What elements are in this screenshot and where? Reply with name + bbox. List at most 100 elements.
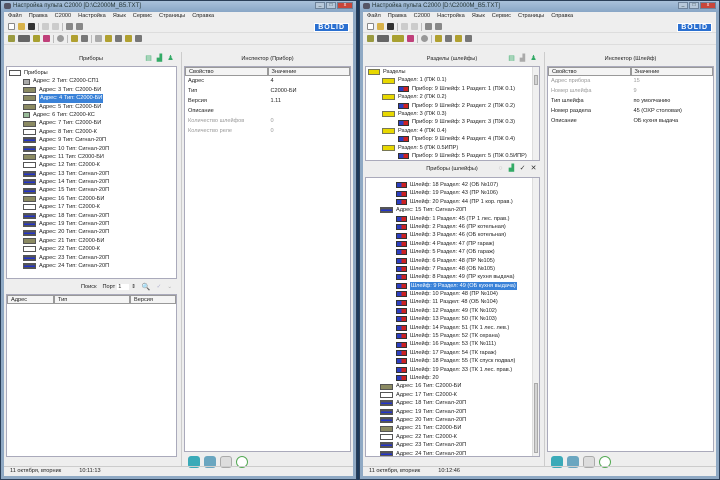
new-file-icon[interactable] <box>367 23 374 30</box>
column-header-value[interactable]: Значение <box>630 67 713 76</box>
refresh-icon[interactable] <box>421 35 428 42</box>
tree-root-label[interactable]: Разделы <box>383 68 406 76</box>
close-button[interactable]: x <box>700 2 716 9</box>
tree-item[interactable]: Адрес: 13 Тип: Сигнал-20П <box>9 170 174 178</box>
tree-item[interactable]: Адрес: 19 Тип: Сигнал-20П <box>368 408 537 416</box>
sections-tree[interactable]: Разделы Раздел: 1 (ПЖ 0.1) Прибор: 9 Шлей… <box>365 66 540 161</box>
tree-item[interactable]: Шлейф: 3 Раздел: 46 (ОБ котельная) <box>368 231 537 239</box>
column-header[interactable]: Тип <box>54 295 130 304</box>
open-folder-icon[interactable] <box>377 23 384 30</box>
tree-item[interactable]: Раздел: 5 (ПЖ 0.5ИПР) <box>368 144 537 152</box>
tree-item[interactable]: Шлейф: 20 <box>368 374 537 382</box>
tree-item[interactable]: Адрес: 5 Тип: С2000-БИ <box>9 103 174 111</box>
tree-item[interactable]: Шлейф: 11 Раздел: 48 (ОБ №104) <box>368 298 537 306</box>
tree-item[interactable]: Прибор: 9 Шлейф: 1 Раздел: 1 (ПЖ 0.1) <box>368 85 537 93</box>
menu-item[interactable]: Файл <box>8 13 22 20</box>
tool-icon[interactable] <box>81 35 88 42</box>
menu-item[interactable]: Настройка <box>78 13 106 20</box>
tree-item[interactable]: Прибор: 9 Шлейф: 4 Раздел: 4 (ПЖ 0.4) <box>368 135 537 143</box>
copy-icon[interactable] <box>42 23 49 30</box>
write-all-icon[interactable] <box>43 35 50 42</box>
tree-item[interactable]: Адрес: 14 Тип: Сигнал-20П <box>9 178 174 186</box>
tree-item[interactable]: Адрес: 4 Тип: С2000-БИ <box>9 94 174 103</box>
tree-item[interactable]: Раздел: 3 (ПЖ 0.3) <box>368 110 537 118</box>
tree-item[interactable]: Шлейф: 10 Раздел: 48 (ПР №104) <box>368 290 537 298</box>
tree-item[interactable]: Адрес: 24 Тип: Сигнал-20П <box>368 450 537 456</box>
copy-icon[interactable] <box>401 23 408 30</box>
tree-item[interactable]: Шлейф: 8 Раздел: 49 (ПР кухня выдача) <box>368 273 537 281</box>
menu-item[interactable]: Справка <box>551 13 573 20</box>
down-icon[interactable]: ⌄ <box>167 284 172 290</box>
tree-item[interactable]: Адрес: 20 Тип: Сигнал-20П <box>9 228 174 236</box>
property-value[interactable]: 4 <box>268 76 351 86</box>
tree-item[interactable]: Шлейф: 18 Раздел: 55 (ТК спуск подвал) <box>368 357 537 365</box>
tree-item[interactable]: Адрес: 17 Тип: С2000-К <box>368 391 537 399</box>
tree-item[interactable]: Прибор: 9 Шлейф: 5 Раздел: 5 (ПЖ 0.5ИПР) <box>368 152 537 160</box>
tree-item[interactable]: Шлейф: 2 Раздел: 46 (ПР котельная) <box>368 223 537 231</box>
column-header[interactable]: Версия <box>130 295 176 304</box>
tree-item[interactable]: Раздел: 2 (ПЖ 0.2) <box>368 93 537 101</box>
tree-item[interactable]: Раздел: 4 (ПЖ 0.4) <box>368 127 537 135</box>
read-all-icon[interactable] <box>33 35 40 42</box>
tool-icon[interactable] <box>445 35 452 42</box>
property-value[interactable]: ОБ кухня выдача <box>631 116 714 126</box>
tool-icon[interactable] <box>125 35 132 42</box>
menu-item[interactable]: С2000 <box>414 13 430 20</box>
redo-icon[interactable] <box>76 23 83 30</box>
tree-item[interactable]: Адрес: 23 Тип: Сигнал-20П <box>368 441 537 449</box>
tree-item[interactable]: Шлейф: 13 Раздел: 50 (ТК №103) <box>368 315 537 323</box>
tool-icon[interactable] <box>465 35 472 42</box>
menu-item[interactable]: Справка <box>192 13 214 20</box>
close-icon[interactable]: ✕ <box>530 165 537 172</box>
title-bar[interactable]: Настройка пульта С2000 [D:\C2000M_B5.TXT… <box>360 1 719 12</box>
tree-item[interactable]: Шлейф: 5 Раздел: 47 (ОБ гараж) <box>368 248 537 256</box>
tree-item[interactable]: Адрес: 17 Тип: С2000-К <box>9 203 174 211</box>
tree-item[interactable]: Шлейф: 19 Раздел: 33 (ТК 1 лес. прав.) <box>368 366 537 374</box>
tool-icon[interactable] <box>435 35 442 42</box>
property-value[interactable] <box>268 106 351 116</box>
tool-icon[interactable] <box>455 35 462 42</box>
tree-item[interactable]: Раздел: 1 (ПЖ 0.1) <box>368 76 537 84</box>
close-button[interactable]: x <box>337 2 353 9</box>
devices-tree[interactable]: Приборы Адрес: 2 Тип: С2000-СП1 Адрес: 3 … <box>6 66 177 279</box>
tree-item[interactable]: Адрес: 18 Тип: Сигнал-20П <box>368 399 537 407</box>
tool-icon[interactable] <box>105 35 112 42</box>
tree-item[interactable]: Адрес: 24 Тип: Сигнал-20П <box>9 262 174 270</box>
chart-icon[interactable]: ▟ <box>508 165 515 172</box>
minimize-button[interactable]: _ <box>315 2 325 9</box>
doc-icon[interactable]: ▤ <box>508 55 515 62</box>
tree-item[interactable]: Шлейф: 9 Раздел: 49 (ОБ кухня выдача) <box>368 281 537 291</box>
tree-item[interactable]: Адрес: 10 Тип: Сигнал-20П <box>9 145 174 153</box>
save-icon[interactable] <box>28 23 35 30</box>
devices-loops-tree[interactable]: Шлейф: 18 Раздел: 42 (ОБ №107) Шлейф: 19 … <box>365 177 540 457</box>
write-all-icon[interactable] <box>407 35 414 42</box>
tree-item[interactable]: Прибор: 9 Шлейф: 3 Раздел: 3 (ПЖ 0.3) <box>368 118 537 126</box>
tree-item[interactable]: Адрес: 9 Тип: Сигнал-20П <box>9 136 174 144</box>
tree-item[interactable]: Шлейф: 16 Раздел: 53 (ТК №111) <box>368 340 537 348</box>
tree-item[interactable]: Адрес: 22 Тип: С2000-К <box>9 245 174 253</box>
maximize-button[interactable]: □ <box>689 2 699 9</box>
property-value[interactable]: С2000-БИ <box>268 86 351 96</box>
tree-item[interactable]: Адрес: 22 Тип: С2000-К <box>368 433 537 441</box>
user-icon[interactable]: ♟ <box>530 55 537 62</box>
title-bar[interactable]: Настройка пульта С2000 [D:\C2000M_B5.TXT… <box>1 1 356 12</box>
tree-item[interactable]: Шлейф: 1 Раздел: 45 (ТР 1 лес. прав.) <box>368 215 537 223</box>
sections-mode-icon[interactable] <box>392 35 404 42</box>
column-header-property[interactable]: Свойство <box>548 67 631 76</box>
menu-item[interactable]: Язык <box>113 13 126 20</box>
menu-item[interactable]: Файл <box>367 13 381 20</box>
scrollbar[interactable] <box>532 67 539 160</box>
menu-item[interactable]: Настройка <box>437 13 465 20</box>
tree-item[interactable]: Адрес: 15 Тип: Сигнал-20П <box>368 206 537 214</box>
tree-item[interactable]: Шлейф: 6 Раздел: 48 (ПР №105) <box>368 257 537 265</box>
new-file-icon[interactable] <box>8 23 15 30</box>
maximize-button[interactable]: □ <box>326 2 336 9</box>
open-folder-icon[interactable] <box>18 23 25 30</box>
tree-item[interactable]: Адрес: 20 Тип: Сигнал-20П <box>368 416 537 424</box>
read-device-icon[interactable] <box>8 35 15 42</box>
tree-item[interactable]: Адрес: 8 Тип: С2000-К <box>9 128 174 136</box>
check-icon[interactable]: ✓ <box>519 165 526 172</box>
port-spinner[interactable]: ⇕ <box>131 284 136 290</box>
tree-item[interactable]: Адрес: 11 Тип: С2000-БИ <box>9 153 174 161</box>
tree-item[interactable]: Адрес: 7 Тип: С2000-БИ <box>9 119 174 127</box>
